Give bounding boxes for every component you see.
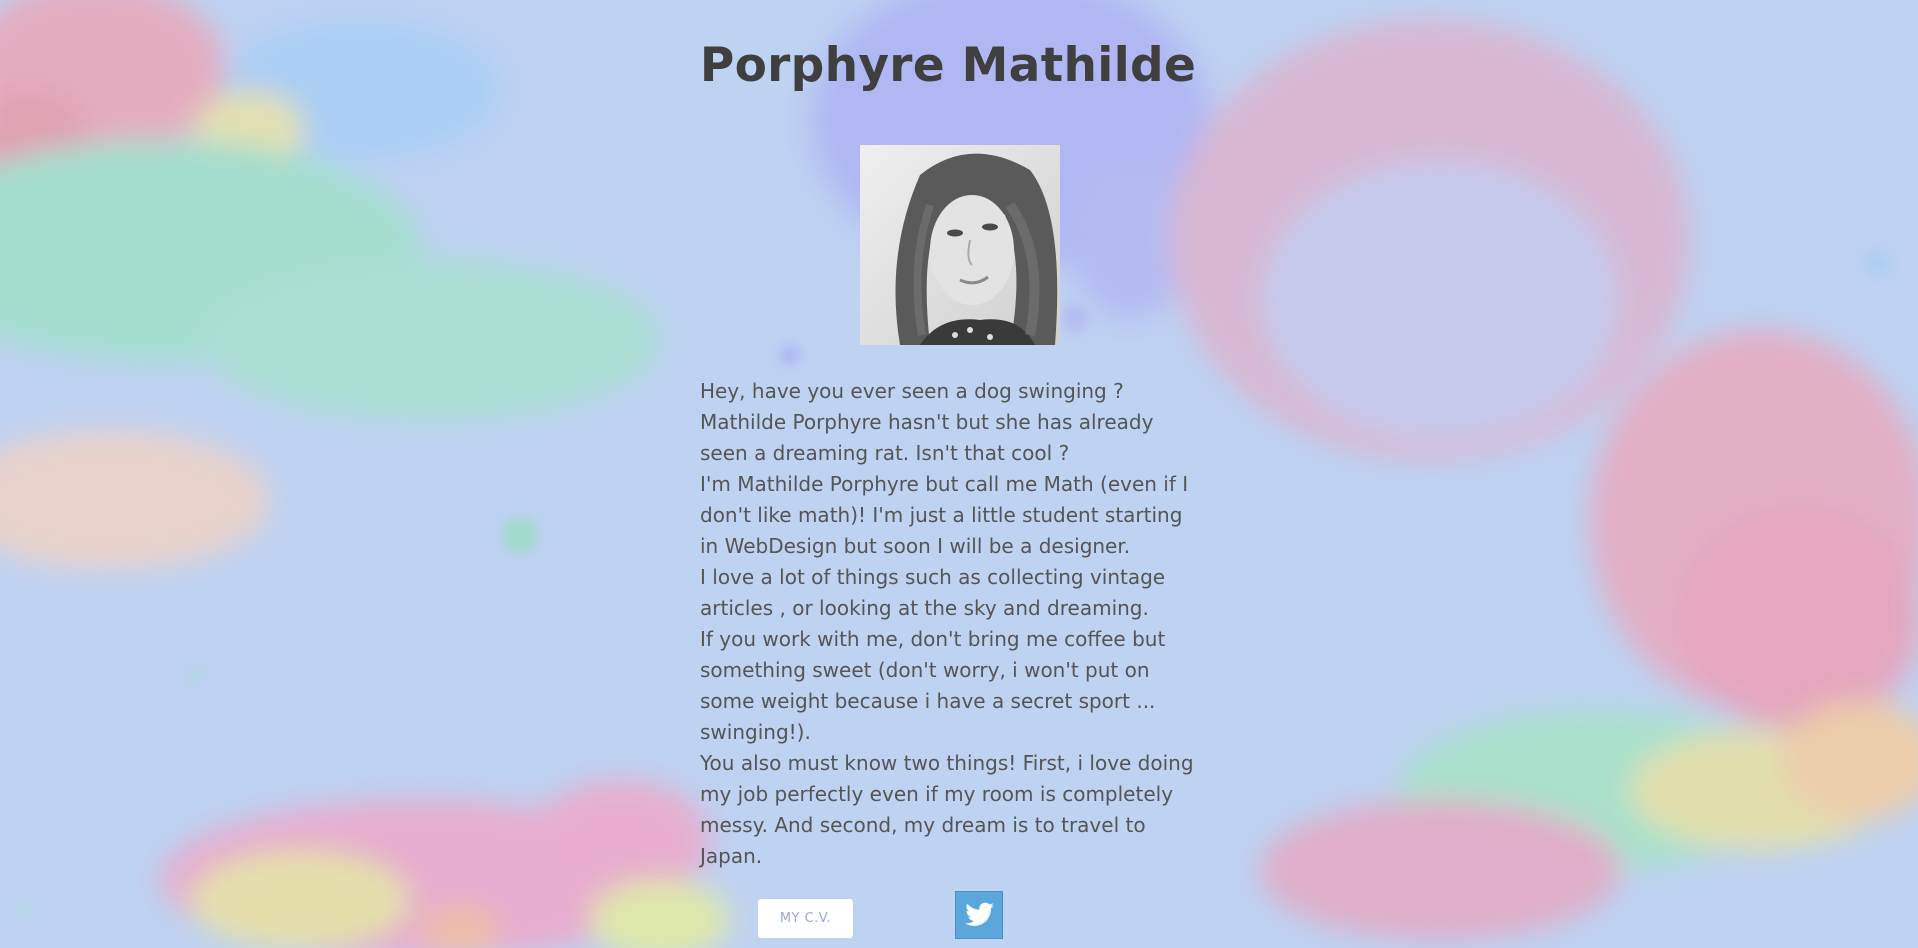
bio-paragraph: Mathilde Porphyre hasn't but she has alr… (700, 410, 1154, 465)
bio-paragraph: If you work with me, don't bring me coff… (700, 627, 1166, 744)
bio-paragraph: I'm Mathilde Porphyre but call me Math (… (700, 472, 1189, 558)
twitter-icon (965, 902, 994, 926)
twitter-link[interactable] (955, 891, 1003, 939)
bio-paragraph: Hey, have you ever seen a dog swinging ? (700, 379, 1124, 403)
portrait-icon (860, 145, 1060, 345)
profile-photo (860, 145, 1060, 345)
page-title: Porphyre Mathilde (699, 38, 1197, 93)
bio-text: Hey, have you ever seen a dog swinging ?… (700, 376, 1205, 872)
bio-paragraph: I love a lot of things such as collectin… (700, 565, 1166, 620)
bio-paragraph: You also must know two things! First, i … (700, 751, 1194, 868)
cv-button[interactable]: MY C.V. (758, 899, 853, 938)
